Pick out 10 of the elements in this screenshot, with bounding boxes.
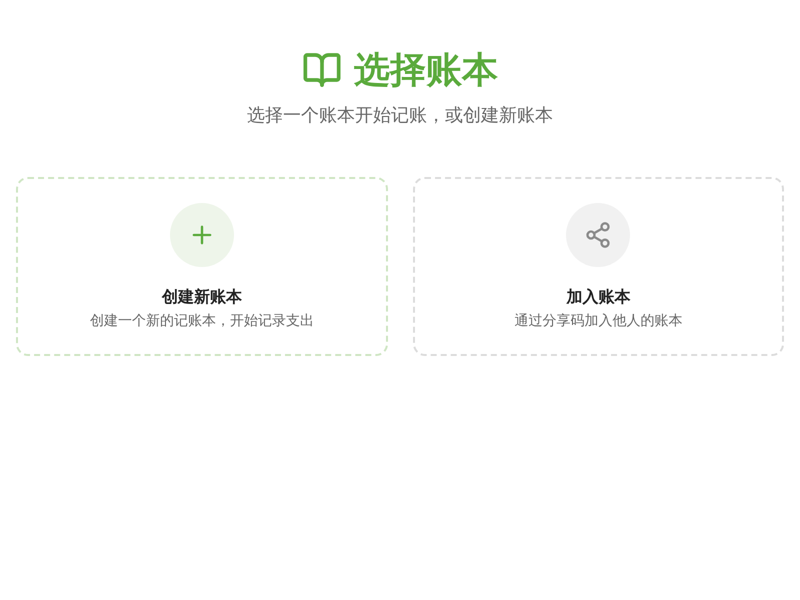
share-icon <box>584 221 612 249</box>
page-title: 选择账本 <box>354 48 498 92</box>
card-description: 创建一个新的记账本，开始记录支出 <box>90 311 314 330</box>
card-description: 通过分享码加入他人的账本 <box>514 311 682 330</box>
card-title: 加入账本 <box>566 287 630 308</box>
page-subtitle: 选择一个账本开始记账，或创建新账本 <box>247 104 553 127</box>
ledger-option-card[interactable]: 创建新账本 创建一个新的记账本，开始记录支出 <box>16 177 388 356</box>
ledger-option-card[interactable]: 加入账本 通过分享码加入他人的账本 <box>412 177 784 356</box>
card-title: 创建新账本 <box>162 287 242 308</box>
book-icon <box>302 50 342 90</box>
